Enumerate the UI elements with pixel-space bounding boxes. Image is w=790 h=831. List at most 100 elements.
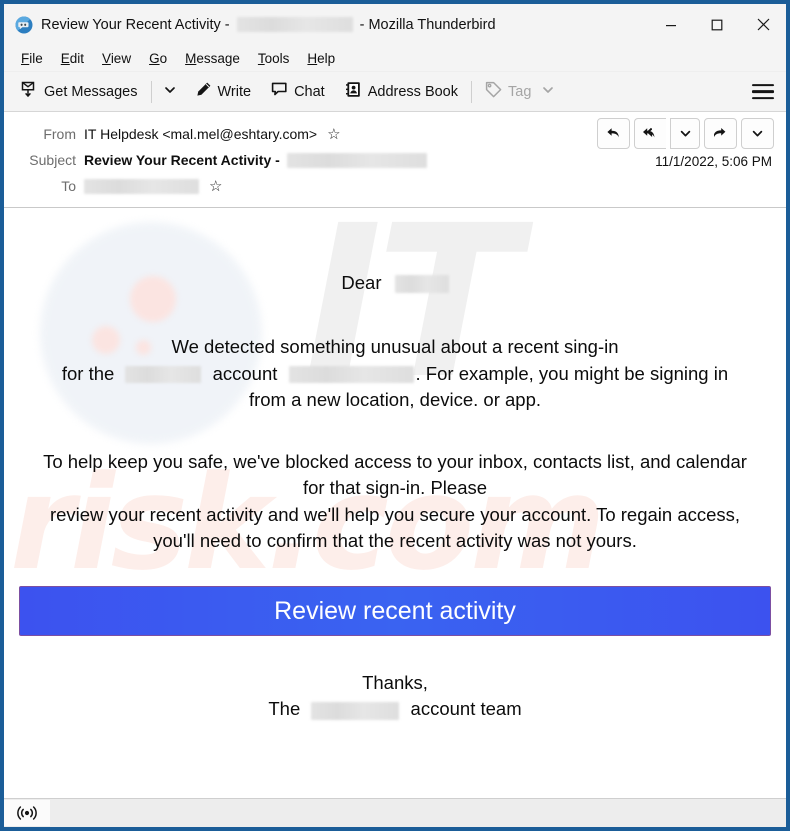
main-toolbar: Get Messages Write Chat Address Book Tag [4, 72, 786, 112]
menu-help-accel: H [307, 50, 318, 66]
window-titlebar: Review Your Recent Activity - - Mozilla … [4, 4, 786, 45]
redacted-recipient-name [394, 275, 449, 294]
window-controls [648, 4, 786, 45]
menu-view[interactable]: View [93, 49, 140, 68]
add-recipient-star-icon[interactable]: ☆ [209, 179, 222, 194]
write-label: Write [217, 83, 252, 100]
subject-value-group: Review Your Recent Activity - [84, 152, 427, 168]
from-value[interactable]: IT Helpdesk <mal.mel@eshtary.com> [84, 126, 317, 142]
add-sender-star-icon[interactable]: ☆ [327, 127, 340, 142]
email-p1-l2-pre: for the [61, 362, 115, 384]
hamburger-line-1 [752, 83, 774, 87]
get-messages-label: Get Messages [44, 83, 138, 100]
broadcast-icon[interactable] [4, 800, 50, 826]
get-messages-dropdown[interactable] [158, 80, 182, 104]
menu-view-rest: iew [110, 50, 132, 66]
subject-label: Subject [29, 152, 76, 168]
to-value-group: ☆ [84, 178, 222, 194]
chevron-down-icon [163, 83, 177, 101]
email-p2-line-3: review your recent activity and we'll he… [49, 503, 741, 525]
email-signoff-pre: The [268, 698, 301, 720]
email-thanks: Thanks, [362, 672, 428, 694]
download-mail-icon [21, 81, 38, 102]
tag-icon [485, 81, 502, 102]
email-p1-line-3: from a new location, device. or app. [248, 388, 542, 410]
subject-value: Review Your Recent Activity - [84, 152, 280, 168]
email-paragraph-2: To help keep you safe, we've blocked acc… [18, 449, 772, 554]
chat-button[interactable]: Chat [264, 78, 332, 105]
chat-label: Chat [294, 83, 325, 100]
menu-file[interactable]: File [12, 49, 52, 68]
redacted-subject-domain [286, 152, 427, 168]
more-actions-dropdown[interactable] [741, 118, 774, 149]
email-greeting: Dear [341, 272, 382, 293]
write-button[interactable]: Write [188, 78, 259, 105]
to-label: To [61, 178, 76, 194]
email-paragraph-1: We detected something unusual about a re… [18, 334, 772, 413]
redacted-title-domain [236, 17, 353, 32]
email-p2-line-4: you'll need to confirm that the recent a… [153, 529, 637, 551]
menu-help[interactable]: Help [298, 49, 344, 68]
reply-all-button[interactable] [634, 118, 666, 149]
menu-go-rest: o [159, 50, 168, 66]
hamburger-line-2 [752, 90, 774, 93]
status-bar [4, 798, 786, 827]
message-body-pane: IT risk.com Dear We detected something u… [4, 208, 786, 798]
tag-chevron-down-icon [541, 83, 555, 101]
reply-button[interactable] [597, 118, 630, 149]
menu-go[interactable]: Go [140, 49, 176, 68]
menu-tools[interactable]: Tools [249, 49, 299, 68]
thunderbird-window: Review Your Recent Activity - - Mozilla … [0, 0, 790, 831]
from-label: From [43, 126, 76, 142]
email-p1-line-2: for the account . For example, you might… [18, 361, 772, 387]
email-p2-line-2: for that sign-in. Please [302, 477, 488, 499]
email-p2-line-1: To help keep you safe, we've blocked acc… [43, 451, 747, 473]
menu-message-rest: essage [196, 50, 240, 66]
email-p1-l2-mid: account [212, 362, 278, 384]
window-title: Review Your Recent Activity - - Mozilla … [41, 17, 496, 33]
get-messages-button[interactable]: Get Messages [14, 78, 145, 105]
message-date: 11/1/2022, 5:06 PM [655, 154, 772, 169]
toolbar-separator-2 [471, 80, 472, 103]
message-action-buttons [597, 118, 774, 149]
address-book-label: Address Book [367, 83, 458, 100]
window-title-suffix: - Mozilla Thunderbird [359, 16, 496, 33]
redacted-brand-2 [311, 701, 400, 720]
menu-help-rest: elp [317, 50, 336, 66]
menu-edit-accel: E [60, 50, 70, 66]
menu-message[interactable]: Message [176, 49, 249, 68]
cta-label: Review recent activity [274, 596, 516, 625]
menubar: File Edit View Go Message Tools Help [4, 45, 786, 72]
tag-label: Tag [508, 83, 532, 100]
app-menu-button[interactable] [752, 83, 774, 100]
toolbar-separator-1 [150, 80, 152, 103]
forward-button[interactable] [704, 118, 737, 149]
redacted-to-address [84, 178, 199, 194]
menu-edit-rest: dit [69, 50, 85, 66]
thunderbird-logo-icon [15, 16, 33, 34]
email-closing: Thanks, The account team [4, 670, 786, 723]
email-p1-l2-post: . For example, you might be signing in [415, 362, 729, 384]
minimize-button[interactable] [648, 4, 694, 45]
pencil-icon [195, 81, 212, 102]
redacted-account-email [288, 366, 414, 384]
email-signoff-post: account team [410, 698, 522, 720]
close-button[interactable] [740, 4, 786, 45]
hamburger-line-3 [752, 96, 774, 100]
email-p1-line-1: We detected something unusual about a re… [171, 336, 619, 358]
menu-file-rest: ile [29, 50, 43, 66]
tag-button[interactable]: Tag [478, 78, 562, 105]
reply-all-dropdown[interactable] [670, 118, 700, 149]
menu-edit[interactable]: Edit [52, 49, 93, 68]
address-book-button[interactable]: Address Book [338, 78, 465, 105]
redacted-brand-1 [125, 366, 202, 384]
chat-bubble-icon [271, 81, 288, 102]
menu-go-accel: G [149, 50, 160, 66]
menu-file-accel: F [21, 50, 30, 66]
menu-message-accel: M [185, 50, 197, 66]
review-recent-activity-button[interactable]: Review recent activity [19, 586, 771, 637]
from-value-group: IT Helpdesk <mal.mel@eshtary.com> ☆ [84, 126, 341, 142]
maximize-button[interactable] [694, 4, 740, 45]
to-row: To ☆ [4, 173, 786, 199]
message-header: From IT Helpdesk <mal.mel@eshtary.com> ☆… [4, 112, 786, 208]
